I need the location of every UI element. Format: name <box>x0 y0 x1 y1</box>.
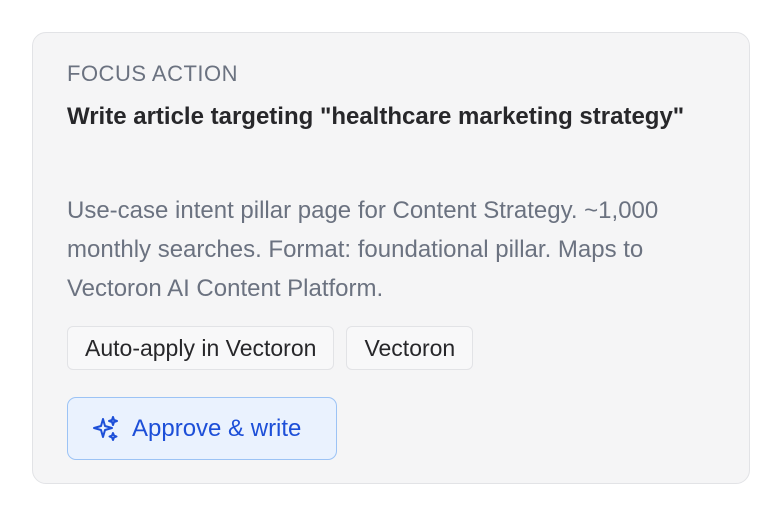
card-description: Use-case intent pillar page for Content … <box>67 197 659 302</box>
tag-vectoron[interactable]: Vectoron <box>346 326 474 370</box>
tag-auto-apply[interactable]: Auto-apply in Vectoron <box>67 326 335 370</box>
sparkles-icon <box>92 415 120 443</box>
tag-list: Auto-apply in Vectoron Vectoron <box>67 326 474 370</box>
card-title: Write article targeting "healthcare mark… <box>67 103 685 130</box>
focus-action-card: FOCUS ACTION Write article targeting "he… <box>32 32 750 484</box>
approve-write-label: Approve & write <box>132 414 302 442</box>
card-eyebrow: FOCUS ACTION <box>67 61 239 86</box>
approve-write-button[interactable]: Approve & write <box>67 397 337 460</box>
